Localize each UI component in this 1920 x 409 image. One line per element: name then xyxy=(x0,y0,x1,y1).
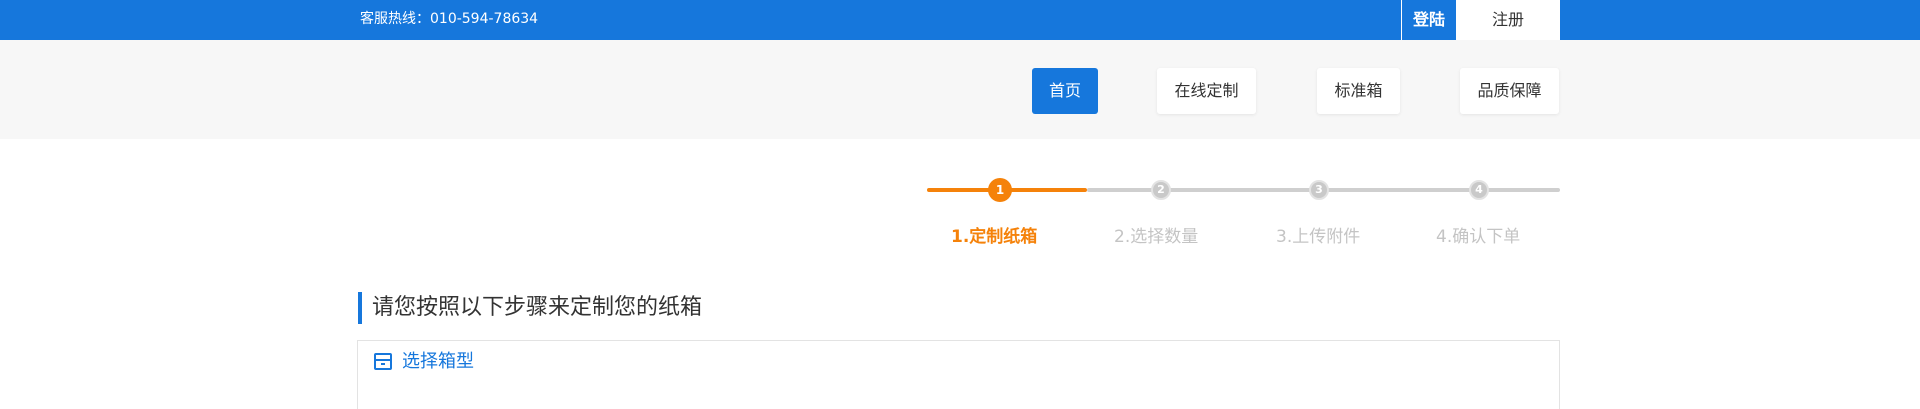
step-4-dot: 4 xyxy=(1469,180,1489,200)
step-1-dot: 1 xyxy=(988,178,1012,202)
box-icon xyxy=(374,353,392,370)
panel-title: 选择箱型 xyxy=(402,351,474,372)
step-2-dot: 2 xyxy=(1151,180,1171,200)
step-3-label: 3.上传附件 xyxy=(1276,227,1361,247)
section-title: 请您按照以下步骤来定制您的纸箱 xyxy=(358,292,702,324)
box-type-panel: 选择箱型 xyxy=(357,340,1560,409)
step-3-dot: 3 xyxy=(1309,180,1329,200)
step-4-label: 4.确认下单 xyxy=(1436,227,1521,247)
step-progress: 1 2 3 4 1.定制纸箱 2.选择数量 3.上传附件 4.确认下单 xyxy=(0,0,1920,260)
step-2-label: 2.选择数量 xyxy=(1114,227,1199,247)
step-1-label: 1.定制纸箱 xyxy=(951,227,1038,247)
